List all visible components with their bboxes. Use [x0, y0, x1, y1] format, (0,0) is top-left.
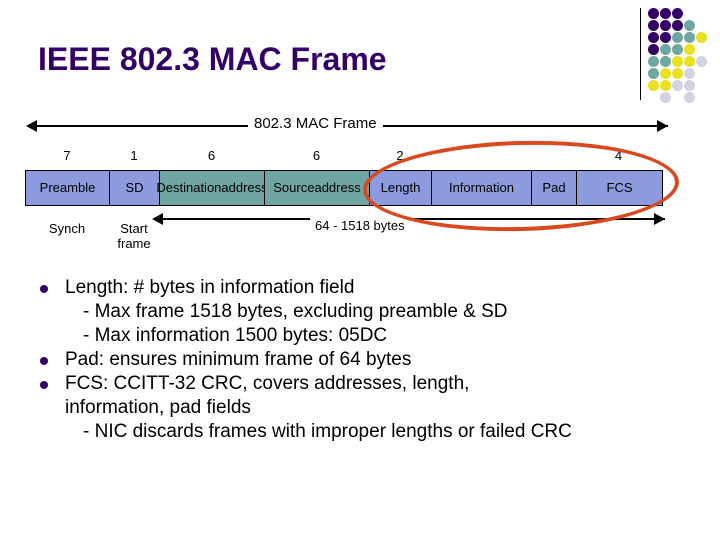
frame-field-label: address	[221, 180, 268, 196]
bullet-sub-line: - Max information 1500 bytes: 05DC	[83, 324, 388, 346]
bullet-sub-line: - NIC discards frames with improper leng…	[83, 420, 572, 442]
bullet-list: Length: # bytes in information field - Ma…	[34, 276, 704, 444]
bullet-marker-icon	[40, 285, 48, 293]
bullet-continuation-text: information, pad fields	[65, 396, 251, 418]
frame-field-source-address: Source address	[265, 171, 370, 205]
frame-field-label: address	[314, 180, 361, 196]
sub-label-line: Synch	[48, 221, 86, 236]
length-bullet: Length: # bytes in information field	[34, 276, 704, 300]
frame-field-preamble: Preamble	[26, 171, 110, 205]
frame-span-label: 802.3 MAC Frame	[248, 115, 383, 132]
mac-frame-diagram: 802.3 MAC Frame 716624 Preamble SD Destina…	[0, 0, 720, 270]
fcs-bullet: FCS: CCITT-32 CRC, covers addresses, len…	[34, 372, 704, 396]
frame-field-label: Destination	[156, 180, 222, 196]
frame-span-arrow-right	[657, 120, 668, 132]
bullet-text: Pad: ensures minimum frame of 64 bytes	[65, 348, 412, 370]
frame-field-sd: SD	[110, 171, 160, 205]
bytes-range-label: 64 - 1518 bytes	[310, 218, 410, 233]
bullet-sub-line: - Max frame 1518 bytes, excluding preamb…	[83, 300, 508, 322]
byte-count-source-address: 6	[312, 148, 321, 163]
bytes-range-arrow-right	[654, 213, 665, 225]
bullet-text: Length: # bytes in information field	[65, 277, 355, 298]
synch-label: Synch	[25, 221, 109, 237]
bullet-marker-icon	[40, 356, 48, 365]
byte-count-preamble: 7	[63, 148, 71, 163]
frame-field-label: Source	[273, 180, 315, 196]
bullet-text: FCS: CCITT-32 CRC, covers addresses, len…	[65, 372, 470, 394]
byte-count-sd: 1	[130, 148, 138, 163]
bullet-marker-icon	[40, 380, 48, 389]
byte-count-destination-address: 6	[207, 148, 216, 163]
sub-label-line: frame	[117, 235, 151, 251]
start-frame-label: Start frame	[109, 221, 159, 252]
frame-field-destination-address: Destination address	[156, 171, 268, 205]
pad-bullet: Pad: ensures minimum frame of 64 bytes	[34, 348, 704, 372]
frame-field-label: Preamble	[39, 180, 96, 196]
frame-field-label: SD	[125, 180, 144, 196]
